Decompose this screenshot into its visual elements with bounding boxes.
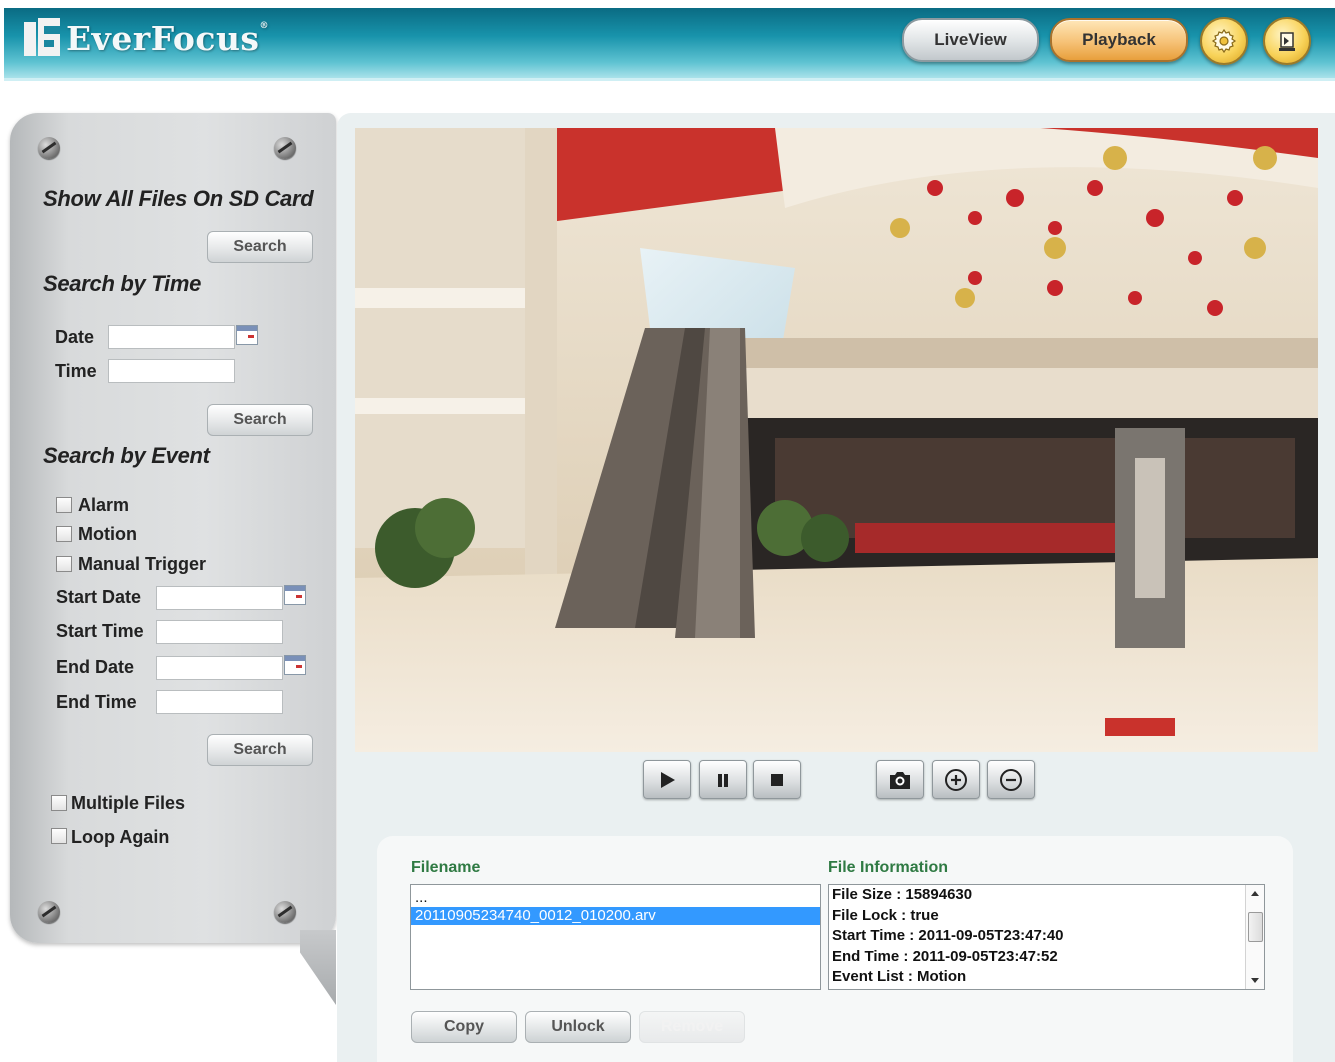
file-list[interactable]: ... 20110905234740_0012_010200.arv <box>410 884 821 990</box>
video-player[interactable] <box>355 128 1318 752</box>
alarm-checkbox[interactable] <box>56 497 72 513</box>
copy-button[interactable]: Copy <box>411 1011 517 1043</box>
play-button[interactable] <box>643 760 691 799</box>
date-field[interactable] <box>108 325 235 349</box>
event-list-line: Event List : Motion <box>832 968 967 985</box>
date-label: Date <box>55 327 95 347</box>
motion-checkbox[interactable] <box>56 526 72 542</box>
filename-header: Filename <box>411 859 481 876</box>
multiple-files-checkbox[interactable] <box>51 795 67 811</box>
screw-icon <box>38 901 60 923</box>
pause-icon <box>718 773 728 787</box>
motion-label: Motion <box>78 524 137 544</box>
zoom-in-button[interactable] <box>932 760 980 799</box>
time-label: Time <box>55 361 97 381</box>
settings-button[interactable] <box>1200 17 1248 65</box>
remove-button[interactable]: Remove <box>639 1011 745 1043</box>
end-date-label: End Date <box>56 657 135 677</box>
playback-button[interactable]: Playback <box>1050 18 1188 62</box>
calendar-icon[interactable] <box>284 585 306 605</box>
unlock-button[interactable]: Unlock <box>525 1011 631 1043</box>
snapshot-button[interactable] <box>876 760 924 799</box>
scroll-up-icon <box>1251 891 1259 896</box>
start-date-field[interactable] <box>156 586 283 610</box>
top-banner: EverFocus® LiveView Playback <box>4 8 1335 81</box>
stop-icon <box>771 773 783 786</box>
search-all-files-button[interactable]: Search <box>207 231 313 263</box>
exit-icon <box>1279 32 1295 51</box>
exit-button[interactable] <box>1263 17 1311 65</box>
scroll-down-icon <box>1251 978 1259 983</box>
loop-again-label: Loop Again <box>71 827 170 847</box>
file-information-header: File Information <box>828 859 948 876</box>
zoom-in-icon <box>945 768 967 791</box>
zoom-out-icon <box>1000 768 1022 791</box>
brand-name: EverFocus® <box>66 18 270 58</box>
time-field[interactable] <box>108 359 235 383</box>
file-info-box[interactable]: File Size : 15894630 File Lock : true St… <box>828 884 1265 990</box>
list-item[interactable]: 20110905234740_0012_010200.arv <box>411 907 820 925</box>
zoom-out-button[interactable] <box>987 760 1035 799</box>
calendar-icon[interactable] <box>236 325 258 345</box>
start-time-label: Start Time <box>56 621 144 641</box>
video-frame <box>355 128 1318 752</box>
start-time-field[interactable] <box>156 620 283 644</box>
gear-icon <box>1211 28 1237 54</box>
screw-icon <box>274 901 296 923</box>
manual-trigger-checkbox[interactable] <box>56 556 72 572</box>
info-scrollbar[interactable] <box>1245 885 1264 989</box>
scroll-thumb[interactable] <box>1248 912 1263 942</box>
pause-button[interactable] <box>699 760 747 799</box>
camera-icon <box>890 771 910 789</box>
screw-icon <box>274 137 296 159</box>
play-icon <box>661 771 675 788</box>
file-size-line: File Size : 15894630 <box>832 886 973 903</box>
manual-trigger-label: Manual Trigger <box>78 554 207 574</box>
multiple-files-label: Multiple Files <box>71 793 186 813</box>
file-lock-line: File Lock : true <box>832 906 939 924</box>
start-date-label: Start Date <box>56 587 142 607</box>
search-by-time-title: Search by Time <box>43 271 202 296</box>
search-by-time-button[interactable]: Search <box>207 404 313 436</box>
panel-tab <box>300 930 336 1005</box>
calendar-icon[interactable] <box>284 655 306 675</box>
screw-icon <box>38 137 60 159</box>
search-by-event-title: Search by Event <box>43 443 210 468</box>
liveview-button[interactable]: LiveView <box>902 18 1039 62</box>
end-time-label: End Time <box>56 692 137 712</box>
registered-mark: ® <box>259 20 270 31</box>
alarm-label: Alarm <box>78 495 130 515</box>
start-time-line: Start Time : 2011-09-05T23:47:40 <box>832 927 1064 944</box>
stop-button[interactable] <box>753 760 801 799</box>
end-time-field[interactable] <box>156 690 283 714</box>
all-files-title: Show All Files On SD Card <box>43 186 314 211</box>
end-time-line: End Time : 2011-09-05T23:47:52 <box>832 947 1058 965</box>
everfocus-logo: EverFocus® <box>24 18 269 58</box>
logo-mark-icon <box>24 18 62 58</box>
end-date-field[interactable] <box>156 656 283 680</box>
search-by-event-button[interactable]: Search <box>207 734 313 766</box>
loop-again-checkbox[interactable] <box>51 828 67 844</box>
list-item[interactable]: ... <box>411 889 820 907</box>
